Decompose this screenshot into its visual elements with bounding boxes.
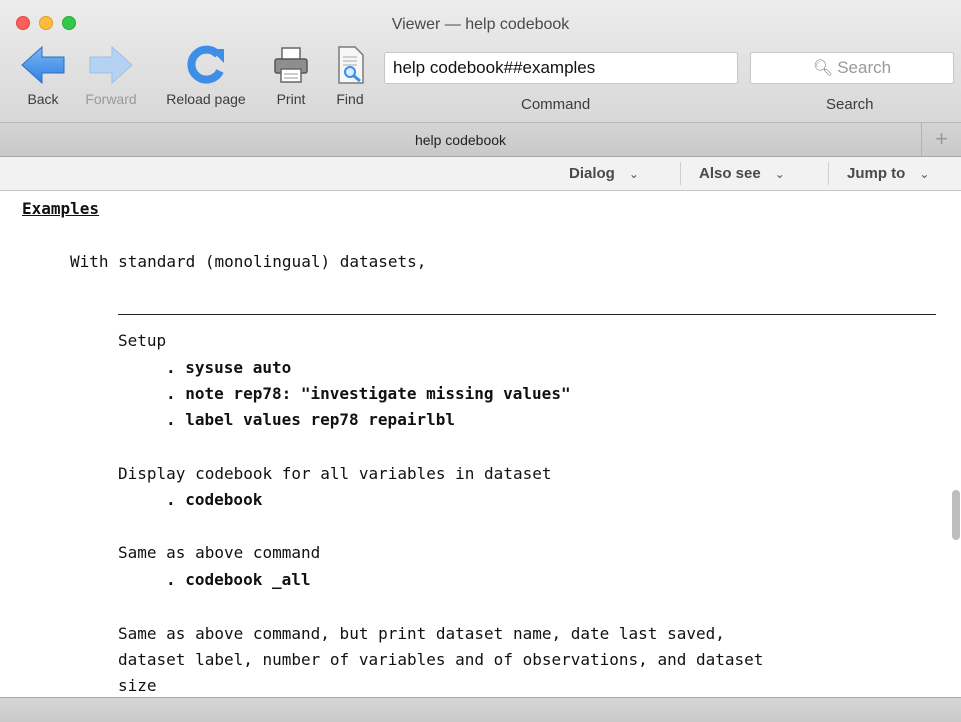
search-icon: 🔍︎ bbox=[812, 60, 834, 77]
window-title: Viewer — help codebook bbox=[391, 16, 570, 33]
example-command-link[interactable]: . codebook bbox=[166, 490, 262, 510]
example-description: Same as above command, but print dataset… bbox=[118, 624, 725, 643]
help-menu-bar: Dialog ⌄ Also see ⌄ Jump to ⌄ bbox=[0, 157, 961, 191]
jump-to-menu[interactable]: Jump to ⌄ bbox=[847, 157, 929, 190]
back-arrow-icon bbox=[21, 45, 65, 85]
back-label: Back bbox=[27, 91, 59, 107]
example-description: Same as above command bbox=[118, 543, 321, 562]
example-description: size bbox=[118, 676, 157, 695]
printer-icon bbox=[274, 47, 308, 83]
examples-heading: Examples bbox=[22, 199, 100, 218]
example-command-link[interactable]: . sysuse auto bbox=[166, 358, 291, 378]
search-placeholder: Search bbox=[837, 58, 892, 77]
forward-label: Forward bbox=[85, 91, 137, 107]
print-button[interactable]: Print bbox=[270, 45, 312, 107]
jump-to-menu-label: Jump to bbox=[847, 165, 906, 182]
divider bbox=[680, 162, 681, 185]
find-label: Find bbox=[336, 91, 364, 107]
forward-button[interactable]: Forward bbox=[80, 45, 142, 107]
search-label: Search bbox=[826, 96, 874, 113]
horizontal-rule bbox=[118, 314, 936, 315]
tab-bar: help codebook + bbox=[0, 123, 961, 157]
tab-help-codebook[interactable]: help codebook bbox=[0, 132, 921, 148]
example-command-link[interactable]: . note rep78: "investigate missing value… bbox=[166, 384, 571, 404]
command-label: Command bbox=[521, 96, 591, 113]
window-toolbar: Viewer — help codebook Back Forward Relo… bbox=[0, 0, 961, 123]
status-bar bbox=[0, 697, 961, 722]
example-description: dataset label, number of variables and o… bbox=[118, 650, 764, 669]
divider bbox=[828, 162, 829, 185]
setup-label: Setup bbox=[118, 331, 167, 350]
example-command-link[interactable]: . label values rep78 repairlbl bbox=[166, 410, 455, 430]
reload-label: Reload page bbox=[166, 91, 246, 107]
chevron-down-icon: ⌄ bbox=[919, 167, 930, 181]
print-label: Print bbox=[276, 91, 306, 107]
find-button[interactable]: Find bbox=[330, 45, 370, 107]
intro-text: With standard (monolingual) datasets, bbox=[70, 252, 427, 271]
dialog-menu-label: Dialog bbox=[569, 165, 615, 182]
help-content: Examples With standard (monolingual) dat… bbox=[0, 191, 961, 697]
back-button[interactable]: Back bbox=[20, 45, 66, 107]
scrollbar-thumb[interactable] bbox=[952, 490, 960, 540]
also-see-menu-label: Also see bbox=[699, 165, 761, 182]
add-tab-button[interactable]: + bbox=[921, 123, 961, 156]
find-document-icon bbox=[338, 46, 364, 84]
command-input[interactable] bbox=[384, 52, 738, 84]
example-description: Display codebook for all variables in da… bbox=[118, 464, 552, 483]
dialog-menu[interactable]: Dialog ⌄ bbox=[569, 157, 639, 190]
forward-arrow-icon bbox=[89, 45, 133, 85]
example-command-link[interactable]: . codebook _all bbox=[166, 570, 311, 590]
also-see-menu[interactable]: Also see ⌄ bbox=[699, 157, 785, 190]
reload-icon bbox=[187, 45, 224, 84]
search-input[interactable]: 🔍︎ Search bbox=[750, 52, 954, 84]
chevron-down-icon: ⌄ bbox=[628, 167, 639, 181]
reload-button[interactable]: Reload page bbox=[157, 45, 255, 107]
chevron-down-icon: ⌄ bbox=[774, 167, 785, 181]
